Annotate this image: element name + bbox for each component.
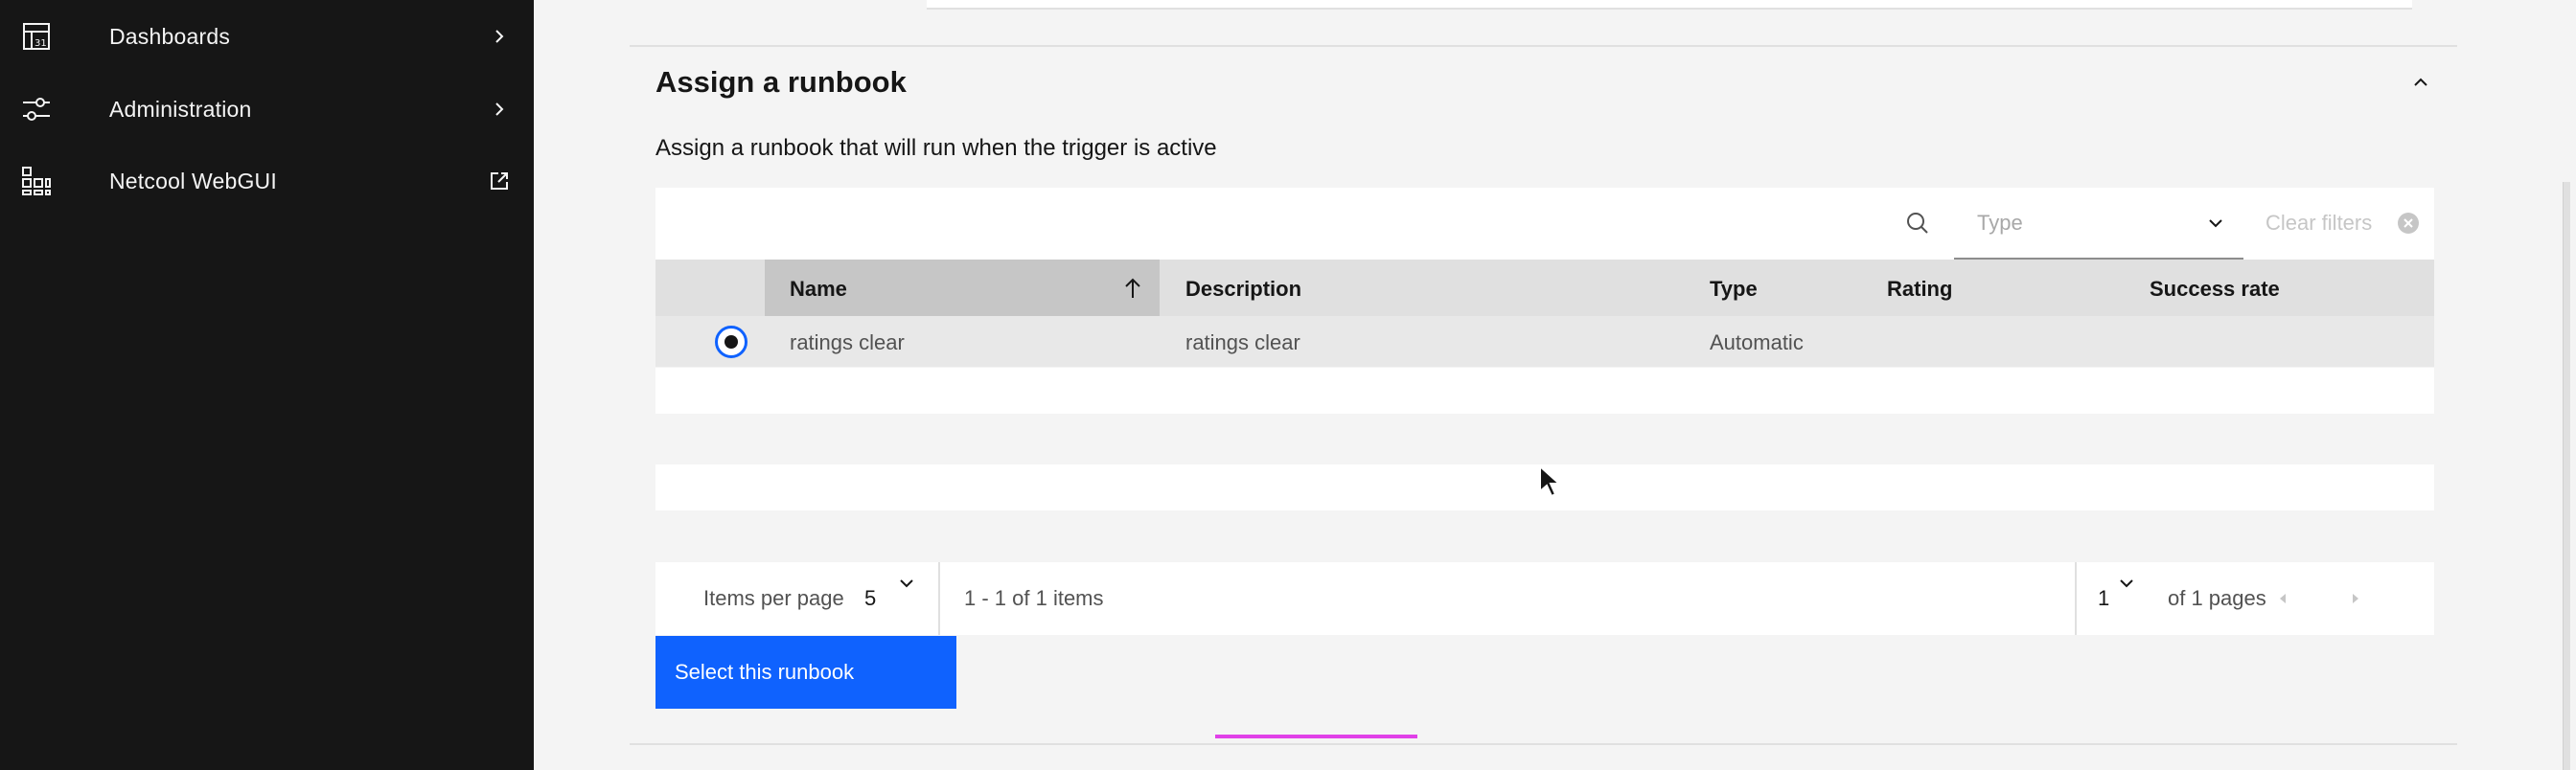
close-filled-icon[interactable] (2396, 211, 2421, 236)
mouse-pointer-icon (1539, 464, 1562, 498)
page-value: 1 (2098, 586, 2110, 610)
type-filter-placeholder: Type (1977, 211, 2023, 235)
dashboard-icon: 31 (23, 23, 50, 50)
previous-panel-edge (927, 0, 2412, 10)
section-divider (630, 45, 2457, 47)
sidebar-item-label: Administration (109, 96, 252, 122)
sidebar-item-netcool-webgui[interactable]: Netcool WebGUI (0, 150, 534, 212)
cell-name: ratings clear (790, 330, 905, 354)
page-select[interactable]: 1 (2088, 562, 2146, 635)
sliders-icon (23, 98, 50, 121)
column-header-name[interactable]: Name (765, 260, 1160, 316)
table-row[interactable]: ratings clear ratings clear Automatic (656, 316, 2434, 367)
caret-left-icon[interactable] (2271, 587, 2294, 610)
pagination-divider (938, 562, 940, 635)
sidebar-item-administration[interactable]: Administration (0, 79, 534, 140)
sidebar-item-label: Dashboards (109, 23, 231, 49)
scrollbar-thumb[interactable] (2563, 182, 2570, 770)
column-header-rating[interactable]: Rating (1887, 277, 1952, 302)
pagination: Items per page 5 1 - 1 of 1 items 1 of 1… (656, 562, 2434, 635)
grid-apps-icon (22, 167, 51, 195)
chevron-down-icon (900, 579, 913, 588)
caret-right-icon[interactable] (2344, 587, 2367, 610)
search-icon[interactable] (1901, 207, 1934, 239)
cell-type: Automatic (1710, 330, 1804, 354)
pagination-divider (2075, 562, 2077, 635)
row-radio-selected[interactable] (715, 326, 748, 358)
highlight-underline (1215, 735, 1417, 738)
chevron-up-icon[interactable] (2407, 69, 2434, 96)
cell-description: ratings clear (1185, 330, 1300, 354)
column-header-type[interactable]: Type (1710, 277, 1758, 302)
items-per-page-select[interactable]: 5 (864, 562, 935, 635)
clear-filters-button[interactable]: Clear filters (2266, 211, 2372, 236)
column-header-description[interactable]: Description (1185, 277, 1301, 302)
main-content: Assign a runbook Assign a runbook that w… (534, 0, 2576, 770)
chevron-right-icon (495, 102, 504, 116)
arrow-up-icon[interactable] (1119, 275, 1146, 302)
items-per-page-label: Items per page (703, 586, 844, 610)
section-description: Assign a runbook that will run when the … (656, 135, 1217, 161)
column-header-label: Name (790, 277, 847, 301)
launch-icon (491, 172, 508, 190)
type-filter-select[interactable]: Type (1954, 188, 2243, 260)
table-toolbar: Type Clear filters (656, 188, 2434, 260)
column-header-success-rate[interactable]: Success rate (2150, 277, 2280, 302)
section-title: Assign a runbook (656, 65, 907, 99)
table-header: Name Description Type Rating Success rat… (656, 260, 2434, 316)
sidebar-item-label: Netcool WebGUI (109, 168, 277, 193)
sidebar: 31 Dashboards Administration Netcool Web… (0, 0, 534, 770)
chevron-down-icon (2120, 579, 2133, 588)
total-pages: of 1 pages (2168, 586, 2266, 610)
chevron-down-icon (2209, 219, 2222, 228)
empty-table-row (656, 368, 2434, 414)
section-divider (630, 743, 2457, 745)
sidebar-item-dashboards[interactable]: 31 Dashboards (0, 6, 534, 67)
chevron-right-icon (495, 30, 504, 43)
items-per-page-value: 5 (864, 586, 877, 610)
items-range: 1 - 1 of 1 items (964, 586, 1104, 610)
select-runbook-button[interactable]: Select this runbook (656, 636, 956, 709)
svg-text:31: 31 (34, 38, 47, 49)
